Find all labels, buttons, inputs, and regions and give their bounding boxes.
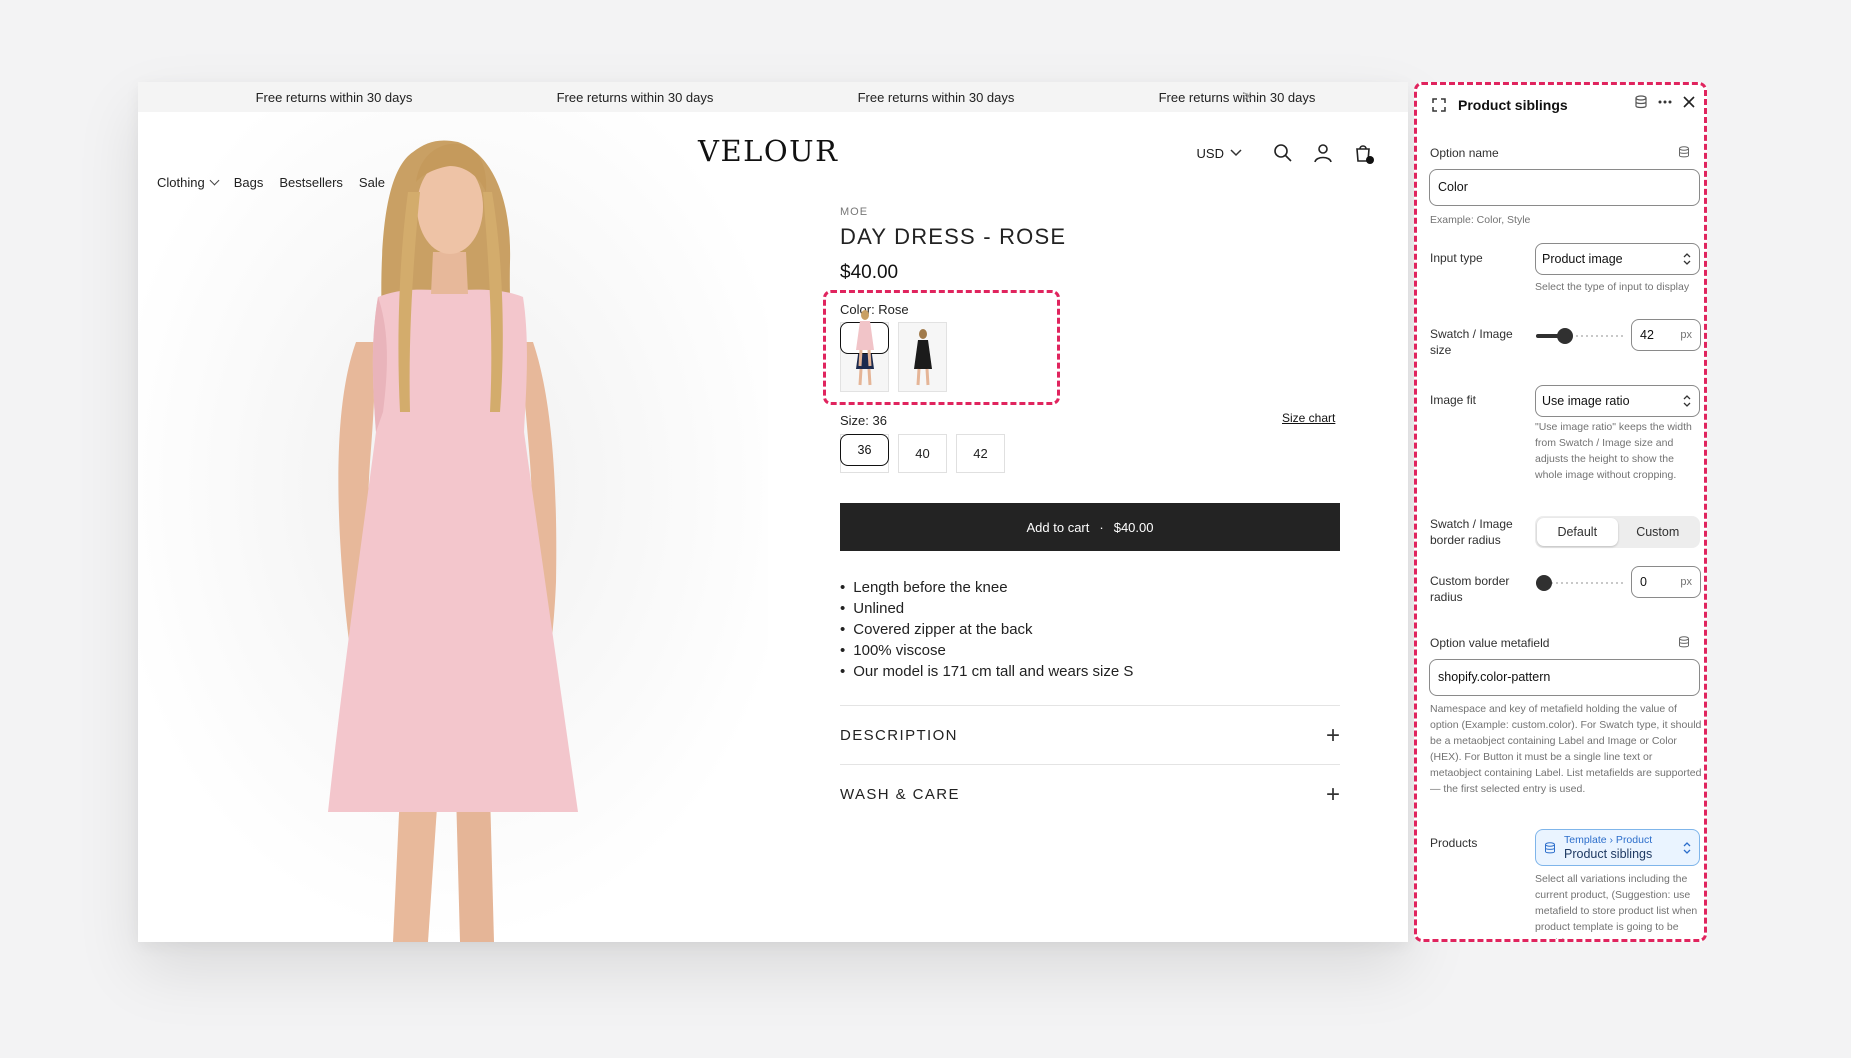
option-name-field[interactable]: Color (1429, 169, 1700, 206)
close-icon[interactable]: × (1098, 88, 1398, 105)
segment-default[interactable]: Default (1537, 518, 1618, 546)
unit-label: px (1680, 576, 1692, 588)
nav-item-bestsellers[interactable]: Bestsellers (279, 175, 343, 190)
source-path: Template › Product (1564, 834, 1653, 846)
database-icon (1545, 842, 1555, 854)
size-button[interactable]: 36 (840, 434, 889, 466)
product-price: $40.00 (840, 262, 899, 283)
feature-list: Length before the knee Unlined Covered z… (840, 577, 1133, 682)
nav-item-bags[interactable]: Bags (234, 175, 264, 190)
list-item: Covered zipper at the back (840, 619, 1133, 640)
option-name-help: Example: Color, Style (1430, 214, 1531, 226)
list-item: Unlined (840, 598, 1133, 619)
add-to-cart-price: $40.00 (1113, 519, 1154, 535)
search-icon[interactable] (1272, 142, 1294, 164)
image-fit-label: Image fit (1430, 393, 1477, 407)
list-item: 100% viscose (840, 640, 1133, 661)
select-arrows-icon (1683, 842, 1691, 854)
input-type-select[interactable]: Product image (1535, 243, 1700, 275)
plus-icon: + (1325, 780, 1340, 808)
metafield-help: Namespace and key of metafield holding t… (1430, 703, 1702, 795)
source-value: Product siblings (1564, 847, 1653, 861)
announcement-text: Free returns within 30 days (857, 90, 1015, 105)
product-image: Clothing Bags Bestsellers Sale (138, 112, 768, 942)
swatch-size-slider[interactable] (1536, 326, 1626, 346)
accordion-description[interactable]: DESCRIPTION + (840, 705, 1340, 765)
segment-custom[interactable]: Custom (1618, 518, 1699, 546)
products-help: Select all variations including the curr… (1535, 873, 1698, 939)
slider-handle[interactable] (1536, 575, 1552, 591)
close-icon[interactable] (1682, 95, 1696, 109)
add-to-cart-label: Add to cart (1026, 519, 1090, 535)
chevron-down-icon (1230, 149, 1242, 157)
option-name-label: Option name (1430, 146, 1499, 160)
main-nav: Clothing Bags Bestsellers Sale (157, 175, 385, 190)
model-illustration (138, 112, 768, 942)
add-to-cart-button[interactable]: Add to cart · $40.00 (840, 503, 1340, 551)
number-value: 42 (1640, 328, 1654, 342)
currency-label: USD (1196, 145, 1224, 161)
select-value: Use image ratio (1542, 394, 1630, 408)
header-actions: USD (1197, 142, 1374, 164)
metafield-field[interactable]: shopify.color-pattern (1429, 659, 1700, 696)
nav-item-label: Clothing (157, 175, 205, 190)
product-vendor: MOE (840, 206, 869, 218)
swatch-size-label: Swatch / Image size (1430, 327, 1513, 357)
store-logo[interactable]: VELOUR (698, 134, 838, 168)
select-value: Product image (1542, 252, 1623, 266)
number-value: 0 (1640, 575, 1647, 589)
announcement-text: Free returns within 30 days (556, 90, 714, 105)
database-icon[interactable] (1634, 95, 1648, 109)
chevron-down-icon (209, 175, 220, 186)
products-label: Products (1430, 836, 1478, 850)
unit-label: px (1680, 329, 1692, 341)
panel-title: Product siblings (1458, 97, 1568, 113)
panel-header: Product siblings (1417, 85, 1704, 125)
size-options: 36 38 40 42 (840, 434, 1005, 473)
settings-panel: Product siblings Option name Color Examp… (1414, 82, 1707, 942)
size-button[interactable]: 40 (898, 434, 947, 473)
highlight-outline (823, 290, 1060, 405)
image-fit-select[interactable]: Use image ratio (1535, 385, 1700, 417)
list-item: Our model is 171 cm tall and wears size … (840, 661, 1133, 682)
separator: · (1099, 519, 1104, 535)
announcement-bar: Free returns within 30 days Free returns… (138, 82, 1408, 112)
input-type-label: Input type (1430, 251, 1483, 265)
announcement-text: Free returns within 30 days (255, 90, 413, 105)
accordion-title: WASH & CARE (840, 786, 960, 803)
currency-selector[interactable]: USD (1197, 146, 1242, 161)
nav-item-sale[interactable]: Sale (359, 175, 385, 190)
select-arrows-icon (1683, 395, 1691, 407)
storefront-preview: Free returns within 30 days Free returns… (138, 82, 1408, 942)
custom-radius-label: Custom border radius (1430, 574, 1510, 604)
slider-handle[interactable] (1557, 328, 1573, 344)
custom-radius-input[interactable]: 0 px (1631, 566, 1701, 598)
size-option-label: Size: 36 (840, 413, 887, 428)
expand-icon[interactable] (1432, 98, 1446, 112)
accordion-wash-care[interactable]: WASH & CARE + (840, 764, 1340, 824)
list-item: Length before the knee (840, 577, 1133, 598)
border-radius-label: Swatch / Image border radius (1430, 517, 1513, 547)
nav-item-clothing[interactable]: Clothing (157, 175, 220, 190)
size-chart-link[interactable]: Size chart (1282, 411, 1335, 425)
product-title: DAY DRESS - ROSE (840, 224, 1067, 249)
select-arrows-icon (1683, 253, 1691, 265)
account-icon[interactable] (1312, 142, 1334, 164)
cart-icon[interactable] (1352, 142, 1374, 164)
custom-radius-slider[interactable] (1536, 573, 1626, 593)
image-fit-help: "Use image ratio" keeps the width from S… (1535, 421, 1692, 481)
border-radius-toggle: Default Custom (1535, 516, 1700, 548)
products-dynamic-source[interactable]: Template › Product Product siblings (1535, 829, 1700, 866)
dynamic-source-icon[interactable] (1678, 146, 1690, 158)
input-type-help: Select the type of input to display (1535, 281, 1690, 293)
more-icon[interactable] (1657, 95, 1673, 109)
plus-icon: + (1325, 721, 1340, 749)
swatch-size-input[interactable]: 42 px (1631, 319, 1701, 351)
accordion-title: DESCRIPTION (840, 727, 958, 744)
dynamic-source-icon[interactable] (1678, 636, 1690, 648)
metafield-label: Option value metafield (1430, 636, 1550, 650)
size-button[interactable]: 42 (956, 434, 1005, 473)
